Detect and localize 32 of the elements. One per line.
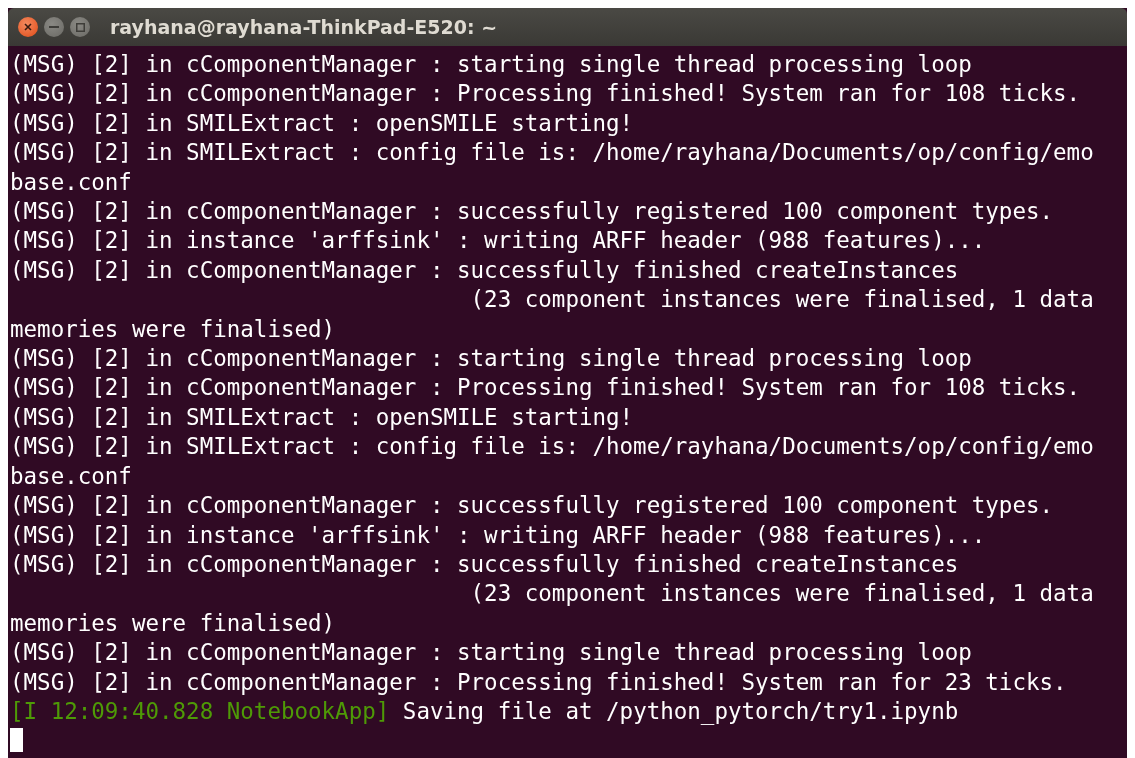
close-button[interactable] [18,17,38,37]
minimize-icon [49,26,59,28]
terminal-line: base.conf [10,167,133,197]
terminal-line: (MSG) [2] in cComponentManager : starting single thread processing loop [10,344,973,374]
terminal-line: Saving file at /python_pytorch/try1.ipynb [401,696,959,727]
window-title: rayhana@rayhana-ThinkPad-E520: ~ [110,16,498,38]
terminal-line: memories were finalised) [10,608,337,638]
terminal-line: (MSG) [2] in cComponentManager : successfully finished createInstances [10,549,960,579]
log-prefix: [I 12:09:40.828 NotebookApp] [10,696,390,726]
terminal-line: memories were finalised) [10,314,337,344]
terminal-line: (MSG) [2] in SMILExtract : openSMILE starting! [10,402,635,432]
terminal-line: (MSG) [2] in SMILExtract : openSMILE starting! [10,108,635,138]
terminal-line: (MSG) [2] in cComponentManager : successfully registered 100 component types. [10,491,1055,521]
terminal-line: (MSG) [2] in cComponentManager : successfully finished createInstances [10,255,960,285]
terminal-line: (MSG) [2] in cComponentManager : Processing finished! System ran for 23 ticks. [10,667,1068,697]
terminal-line: (MSG) [2] in cComponentManager : Processing finished! System ran for 108 ticks. [10,79,1082,109]
maximize-icon [75,22,85,32]
terminal-line: (MSG) [2] in cComponentManager : successfully registered 100 component types. [10,197,1055,227]
close-icon [24,23,32,31]
text-cursor [10,728,23,753]
terminal-line: (MSG) [2] in SMILExtract : config file is: /home/rayhana/Documents/op/config/emo [10,138,1095,168]
terminal-line: (MSG) [2] in instance 'arffsink' : writing ARFF header (988 features)... [10,520,987,550]
terminal-line: (MSG) [2] in SMILExtract : config file is: /home/rayhana/Documents/op/config/emo [10,432,1095,462]
minimize-button[interactable] [44,17,64,37]
maximize-button[interactable] [70,17,90,37]
terminal-line: (MSG) [2] in instance 'arffsink' : writing ARFF header (988 features)... [10,226,987,256]
terminal-line: base.conf [10,461,133,491]
terminal-line: (23 component instances were finalised, 1 data [469,579,1095,609]
terminal-line: (MSG) [2] in cComponentManager : Processing finished! System ran for 108 ticks. [10,373,1082,403]
terminal-line: (MSG) [2] in cComponentManager : starting single thread processing loop [10,638,973,668]
terminal-line: (MSG) [2] in cComponentManager : starting single thread processing loop [10,50,973,79]
terminal-line: (23 component instances were finalised, 1 data [469,285,1095,315]
